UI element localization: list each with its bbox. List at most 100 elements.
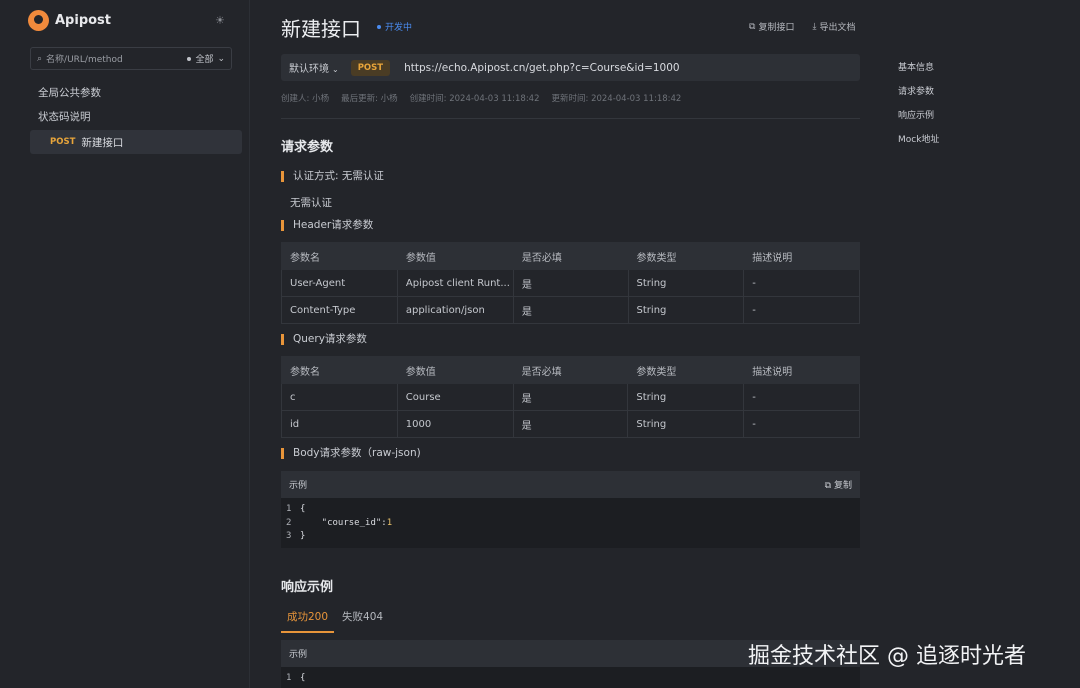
table-cell: - [743,296,860,324]
code-line: 3} [286,531,855,545]
url-text: https://echo.Apipost.cn/get.php?c=Course… [404,61,680,74]
table-row: c Course 是 String - [281,383,860,411]
meta-creator: 创建人: 小杨 [281,94,330,104]
toolbar: ⧉ 复制接口 ⤓ 导出文档 [749,20,856,34]
watermark: 掘金技术社区 @ 追逐时光者 [748,644,1026,669]
example-label: 示例 [289,650,308,660]
anchor-mock-url[interactable]: Mock地址 [898,132,939,156]
copy-icon: ⧉ [824,481,832,491]
auth-heading: 认证方式: 无需认证 [281,171,384,182]
copy-code-label: 复制 [833,481,852,491]
auth-plain: 无需认证 [290,197,332,209]
logo: Apipost [28,10,111,31]
status-text: 开发中 [385,23,413,33]
page-title: 新建接口 [281,17,361,41]
apipost-logo-icon [28,10,49,31]
column-header: 描述说明 [743,242,860,270]
code-text: { [300,504,306,514]
copy-api-button[interactable]: ⧉ 复制接口 [749,20,795,34]
copy-code-button[interactable]: ⧉ 复制 [825,478,852,491]
env-label: 默认环境 [289,64,329,75]
meta-info: 创建人: 小杨 最后更新: 小杨 创建时间: 2024-04-03 11:18:… [281,92,681,104]
filter-dropdown[interactable]: 全部 ⌄ [187,52,225,65]
column-header: 参数名 [281,242,398,270]
table-cell: - [743,410,860,438]
filter-label: 全部 [195,55,214,65]
code-number: 1 [386,517,393,528]
method-badge: POST [50,137,76,147]
column-header: 参数值 [396,356,514,384]
example-label: 示例 [289,481,308,491]
sidebar-item-new-api[interactable]: POST 新建接口 [30,130,242,154]
meta-created-at: 创建时间: 2024-04-03 11:18:42 [409,94,540,104]
divider [281,118,860,119]
response-tabs: 成功200 失败404 [281,606,391,633]
anchor-response-example[interactable]: 响应示例 [898,108,939,132]
anchor-basic-info[interactable]: 基本信息 [898,60,939,84]
request-params-heading: 请求参数 [281,140,334,155]
tab-success-200[interactable]: 成功200 [281,606,335,633]
table-cell: 是 [512,269,629,297]
body-params-heading: Body请求参数（raw-json) [281,448,421,459]
response-code-block: 1{ [281,667,860,688]
search-icon: ⌕ [37,53,43,64]
table-cell: 是 [512,296,629,324]
table-row: User-Agent Apipost client Runt... 是 Stri… [281,269,860,297]
sidebar-item-global-params[interactable]: 全局公共参数 [38,85,101,100]
body-code-block: 1{ 2 "course_id": 1 3} [281,498,860,548]
code-line: 2 "course_id": 1 [286,518,855,532]
code-line: 1{ [286,504,855,518]
column-header: 是否必填 [512,356,629,384]
query-params-table: 参数名 参数值 是否必填 参数类型 描述说明 c Course 是 String… [281,356,860,438]
anchor-request-params[interactable]: 请求参数 [898,84,939,108]
table-header-row: 参数名 参数值 是否必填 参数类型 描述说明 [281,356,860,384]
table-cell: id [281,410,398,438]
column-header: 描述说明 [743,356,860,384]
table-cell: Apipost client Runt... [396,269,514,297]
code-line: 1{ [286,673,855,687]
export-doc-label: 导出文档 [819,23,856,33]
table-cell: c [281,383,398,411]
export-icon: ⤓ [812,21,817,32]
status-dot-icon [377,24,381,29]
table-cell: - [743,383,860,411]
table-cell: String [627,383,745,411]
theme-toggle-icon[interactable]: ☀ [215,14,225,27]
search-input[interactable]: ⌕ 名称/URL/method 全部 ⌄ [30,47,232,70]
table-cell: String [627,410,745,438]
logo-text: Apipost [55,13,112,28]
table-header-row: 参数名 参数值 是否必填 参数类型 描述说明 [281,242,860,270]
url-bar: 默认环境 ⌄ POST https://echo.Apipost.cn/get.p… [281,54,860,81]
table-cell: String [627,296,745,324]
sidebar: Apipost ☀ ⌕ 名称/URL/method 全部 ⌄ 全局公共参数 状态… [0,0,250,688]
env-dropdown[interactable]: 默认环境 ⌄ [289,60,339,75]
filter-dot-icon [187,56,192,61]
table-cell: 是 [512,383,629,411]
meta-updated-by: 最后更新: 小杨 [341,94,398,104]
method-badge: POST [350,59,391,76]
anchor-nav: 基本信息 请求参数 响应示例 Mock地址 [898,60,939,156]
code-text: } [300,531,306,541]
sidebar-item-label: 新建接口 [81,136,124,149]
header-params-table: 参数名 参数值 是否必填 参数类型 描述说明 User-Agent Apipos… [281,242,860,324]
sidebar-item-status-codes[interactable]: 状态码说明 [38,109,91,124]
copy-api-label: 复制接口 [758,23,795,33]
column-header: 参数值 [396,242,514,270]
query-params-heading: Query请求参数 [281,334,367,345]
column-header: 参数类型 [627,356,745,384]
table-cell: 1000 [396,410,514,438]
table-cell: User-Agent [281,269,398,297]
code-text: { [300,673,306,683]
auth-label: 认证方式: [293,170,342,182]
export-doc-button[interactable]: ⤓ 导出文档 [812,20,856,34]
line-number: 3 [286,531,292,541]
table-cell: String [627,269,745,297]
table-row: Content-Type application/json 是 String - [281,296,860,324]
code-text: "course_id": [300,517,387,528]
table-cell: - [743,269,860,297]
column-header: 参数类型 [627,242,745,270]
table-cell: Content-Type [281,296,398,324]
chevron-down-icon: ⌄ [217,53,225,64]
copy-icon: ⧉ [749,21,756,32]
tab-fail-404[interactable]: 失败404 [336,606,389,633]
